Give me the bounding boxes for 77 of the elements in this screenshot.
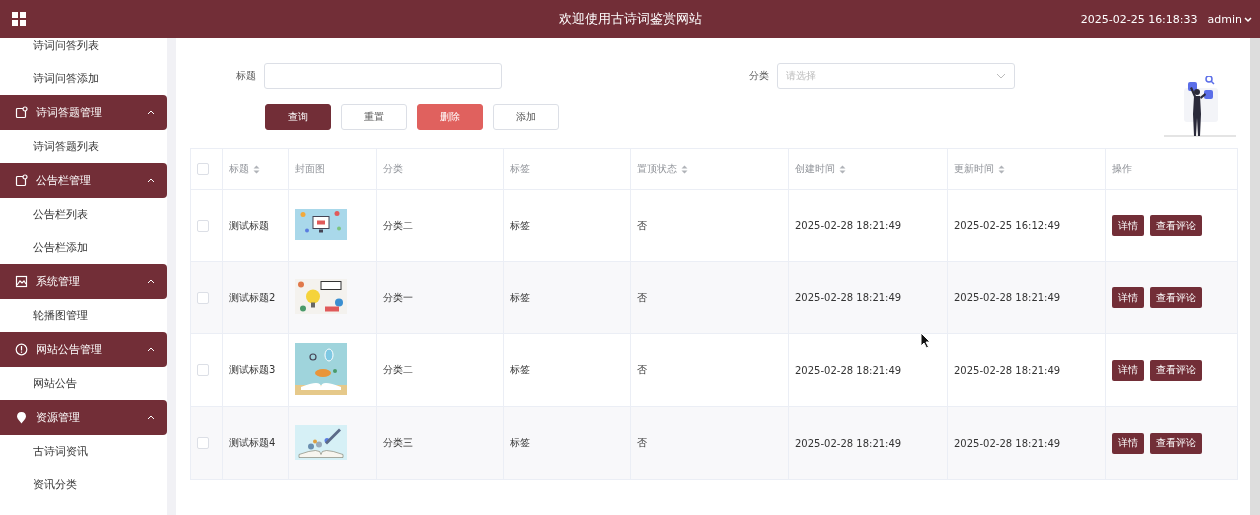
- action-button[interactable]: 详情: [1112, 432, 1144, 454]
- action-button[interactable]: 查看评论: [1150, 432, 1202, 454]
- sidebar-item[interactable]: 资讯分类: [33, 477, 77, 492]
- caret-icon: [1244, 15, 1252, 23]
- checkbox[interactable]: [197, 163, 209, 175]
- user-menu[interactable]: admin: [1207, 12, 1252, 26]
- note-icon: [15, 106, 28, 119]
- action-button[interactable]: 重置: [341, 104, 407, 130]
- image-icon: [15, 275, 28, 288]
- table-cell: 标签: [510, 219, 530, 231]
- checkbox[interactable]: [197, 219, 209, 232]
- table-cell: 测试标题3: [229, 364, 276, 375]
- sort-icon: [839, 164, 846, 174]
- sidebar-group-header[interactable]: 资源管理: [0, 400, 167, 435]
- sidebar-group-header[interactable]: 系统管理: [0, 264, 167, 299]
- table-cell: 2025-02-28 18:21:49: [954, 437, 1061, 449]
- table-cell: 标签: [510, 364, 530, 375]
- field-label: 标题: [236, 69, 256, 83]
- sidebar-item[interactable]: 古诗词资讯: [33, 444, 88, 459]
- sidebar-item[interactable]: 轮播图管理: [33, 308, 88, 323]
- input-field[interactable]: [264, 63, 502, 89]
- table-cell: 否: [637, 437, 647, 448]
- table-cell: 否: [637, 364, 647, 375]
- table-cell: 否: [637, 219, 647, 231]
- table-cell: 测试标题: [229, 219, 269, 231]
- column-header: 封面图: [295, 162, 325, 176]
- table-cell: 2025-02-28 18:21:49: [795, 292, 902, 303]
- sidebar-item[interactable]: 诗词问答列表: [33, 38, 99, 53]
- table-cell: 分类一: [383, 291, 413, 303]
- chevron-down-icon: [996, 73, 1006, 79]
- date-time: 2025-02-25 16:18:33: [1080, 12, 1198, 26]
- sort-icon: [998, 164, 1005, 174]
- sidebar-item[interactable]: 诗词答题列表: [33, 139, 99, 154]
- action-button[interactable]: 详情: [1112, 287, 1144, 308]
- note-icon: [15, 174, 28, 187]
- table-cell: 2025-02-25 16:12:49: [954, 220, 1061, 231]
- sidebar-group-header[interactable]: 诗词答题管理: [0, 95, 167, 130]
- sidebar-item[interactable]: 诗词问答添加: [33, 71, 99, 86]
- checkbox[interactable]: [197, 291, 209, 304]
- action-button[interactable]: 详情: [1112, 215, 1144, 236]
- checkbox[interactable]: [197, 364, 209, 376]
- table-cell: 分类二: [383, 219, 413, 231]
- table-cell: 分类三: [383, 437, 413, 448]
- location-pin-icon: [15, 411, 28, 424]
- action-button[interactable]: 添加: [493, 104, 559, 130]
- field-label: 分类: [749, 69, 769, 83]
- table-cell: 否: [637, 291, 647, 303]
- sort-icon: [253, 164, 260, 174]
- info-icon: [15, 343, 28, 356]
- column-header: 分类: [383, 162, 403, 176]
- table-cell: 标签: [510, 291, 530, 303]
- sidebar-item[interactable]: 公告栏添加: [33, 240, 88, 255]
- sort-icon: [681, 164, 688, 174]
- action-button[interactable]: 详情: [1112, 359, 1144, 381]
- table-cell: 2025-02-28 18:21:49: [795, 437, 902, 449]
- checkbox[interactable]: [197, 437, 209, 449]
- table-cell: 2025-02-28 18:21:49: [954, 364, 1061, 376]
- table-cell: 2025-02-28 18:21:49: [954, 292, 1061, 303]
- table-cell: 分类二: [383, 364, 413, 375]
- table-cell: 测试标题2: [229, 291, 276, 303]
- sidebar-item[interactable]: 网站公告: [33, 376, 77, 391]
- action-button[interactable]: 查看评论: [1150, 287, 1202, 308]
- table-cell: 2025-02-28 18:21:49: [795, 364, 902, 376]
- menu-icon[interactable]: [12, 12, 26, 26]
- sidebar-item[interactable]: 公告栏列表: [33, 207, 88, 222]
- action-button[interactable]: 查看评论: [1150, 359, 1202, 381]
- site-title: 欢迎使用古诗词鉴赏网站: [558, 11, 702, 26]
- action-button[interactable]: 查询: [265, 104, 331, 130]
- column-header: 标签: [510, 162, 530, 176]
- column-header: 操作: [1112, 162, 1132, 176]
- table-cell: 2025-02-28 18:21:49: [795, 220, 902, 231]
- sidebar-group-header[interactable]: 公告栏管理: [0, 163, 167, 198]
- action-button[interactable]: 查看评论: [1150, 215, 1202, 236]
- table-cell: 标签: [510, 437, 530, 448]
- person-illustration-drawing: [1164, 76, 1236, 138]
- table-cell: 测试标题4: [229, 437, 276, 448]
- sidebar-group-header[interactable]: 网站公告管理: [0, 332, 167, 367]
